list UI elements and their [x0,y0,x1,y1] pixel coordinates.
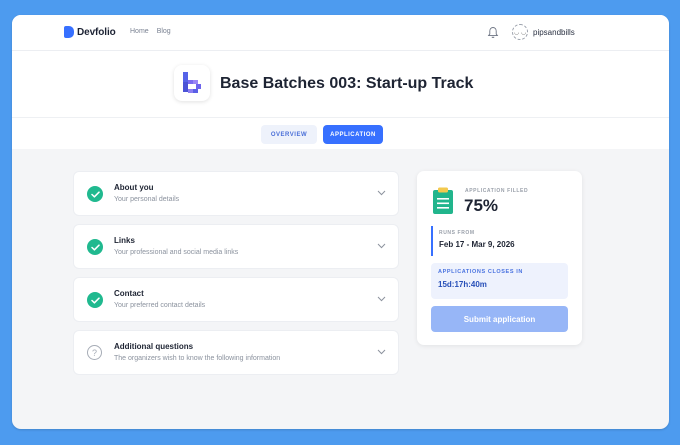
brand-name: Devfolio [77,26,116,38]
avatar-glyph: ◡ ◡ [513,29,527,36]
tab-application[interactable]: APPLICATION [323,125,383,144]
tab-bar: OVERVIEW APPLICATION [12,117,669,149]
devfolio-logo-icon [64,26,74,38]
app-window: Devfolio Home Blog ◡ ◡ pipsandbills Base… [12,15,669,429]
avatar-icon: ◡ ◡ [512,24,528,40]
page-title: Base Batches 003: Start-up Track [220,75,474,92]
check-circle-icon [87,239,103,255]
base-batches-logo-mark [183,72,201,93]
question-circle-icon: ? [87,345,102,360]
application-filled-value: 75% [464,196,499,215]
section-contact[interactable]: Contact Your preferred contact details [73,277,399,322]
top-navigation-bar: Devfolio Home Blog ◡ ◡ pipsandbills [12,15,669,51]
hackathon-header: Base Batches 003: Start-up Track [12,51,669,117]
chevron-down-icon[interactable] [377,243,386,249]
closes-in-label: APPLICATIONS CLOSES IN [438,269,523,275]
section-title: Additional questions [114,342,194,351]
user-menu[interactable]: ◡ ◡ pipsandbills [512,24,575,40]
chevron-down-icon[interactable] [377,296,386,302]
submit-application-button[interactable]: Submit application [431,306,568,332]
section-links[interactable]: Links Your professional and social media… [73,224,399,269]
section-additional-questions[interactable]: ? Additional questions The organizers wi… [73,330,399,375]
check-circle-icon [87,292,103,308]
tab-overview[interactable]: OVERVIEW [261,125,317,144]
chevron-down-icon[interactable] [377,190,386,196]
brand-logo[interactable]: Devfolio [64,26,116,38]
section-title: Contact [114,289,144,298]
main-nav: Home Blog [130,28,171,35]
section-subtitle: The organizers wish to know the followin… [114,355,281,362]
closes-in-countdown: 15d:17h:40m [438,280,487,289]
section-about-you[interactable]: About you Your personal details [73,171,399,216]
runs-from-value: Feb 17 - Mar 9, 2026 [439,240,515,249]
section-subtitle: Your preferred contact details [114,302,206,309]
nav-blog-link[interactable]: Blog [157,28,171,35]
closes-in-block: APPLICATIONS CLOSES IN 15d:17h:40m [431,263,568,299]
runs-from-label: RUNS FROM [439,230,475,236]
application-status-card: APPLICATION FILLED 75% RUNS FROM Feb 17 … [417,171,582,345]
base-batches-logo-icon [174,65,210,101]
section-title: Links [114,236,135,245]
section-subtitle: Your personal details [114,196,180,203]
check-circle-icon [87,186,103,202]
section-subtitle: Your professional and social media links [114,249,239,256]
application-filled-label: APPLICATION FILLED [465,188,529,194]
section-title: About you [114,183,154,192]
nav-home-link[interactable]: Home [130,28,149,35]
chevron-down-icon[interactable] [377,349,386,355]
username: pipsandbills [533,27,575,37]
clipboard-icon [433,187,453,214]
bell-icon[interactable] [487,26,499,39]
runs-from-block: RUNS FROM Feb 17 - Mar 9, 2026 [431,226,567,256]
